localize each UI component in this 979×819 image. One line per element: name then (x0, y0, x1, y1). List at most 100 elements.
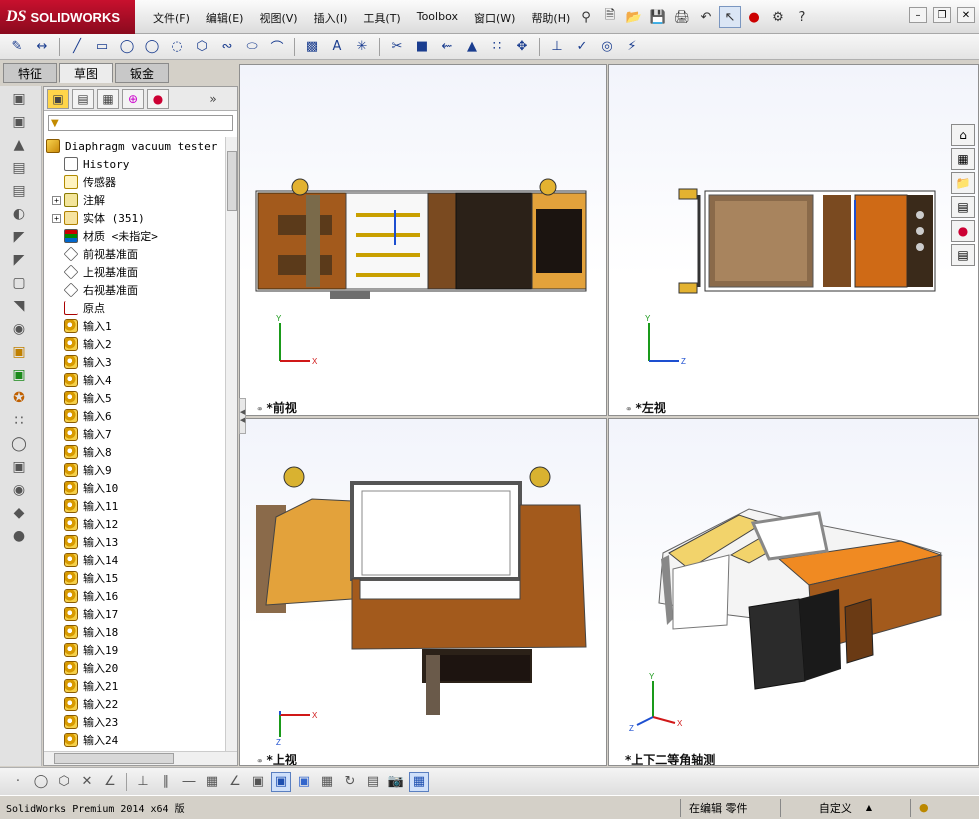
viewport-front[interactable]: Y X ⚭ *前视 (239, 64, 607, 416)
rectangle-icon[interactable]: ▭ (91, 37, 113, 57)
tree-item[interactable]: 输入2 (44, 335, 226, 353)
tab-sheet-metal[interactable]: 钣金 (115, 63, 169, 83)
revolved-boss-icon[interactable]: ▣ (6, 112, 32, 132)
offset-icon[interactable]: ⇜ (436, 37, 458, 57)
slot-icon[interactable]: ◯ (116, 37, 138, 57)
select-pointer-icon[interactable]: ↖ (719, 6, 741, 28)
tab-sketch[interactable]: 草图 (59, 63, 113, 83)
file-explorer-icon[interactable]: 📁 (951, 172, 975, 194)
revolved-cut-icon[interactable]: ▤ (6, 181, 32, 201)
tree-item[interactable]: 输入20 (44, 659, 226, 677)
repair-sketch-icon[interactable]: ✓ (571, 37, 593, 57)
view-palette-icon[interactable]: ▤ (951, 196, 975, 218)
tree-item[interactable]: 原点 (44, 299, 226, 317)
tab-features[interactable]: 特征 (3, 63, 57, 83)
configuration-manager-tab-icon[interactable]: ▦ (97, 88, 119, 109)
restore-icon[interactable]: ❐ (933, 7, 951, 23)
curves-icon[interactable]: ▣ (6, 365, 32, 385)
tree-item[interactable]: 传感器 (44, 173, 226, 191)
extruded-cut-icon[interactable]: ▤ (6, 158, 32, 178)
fillet-feature-icon[interactable]: ◐ (6, 204, 32, 224)
tree-item[interactable]: 输入6 (44, 407, 226, 425)
status-help-icon[interactable]: ● (910, 798, 937, 817)
tree-item[interactable]: History (44, 155, 226, 173)
options-icon[interactable]: ⚙ (767, 6, 789, 28)
instant3d-icon[interactable]: ✪ (6, 388, 32, 408)
spline-icon[interactable]: ∾ (216, 37, 238, 57)
filter-field[interactable]: ▼ (48, 115, 233, 131)
custom-properties-icon[interactable]: ▤ (951, 244, 975, 266)
tree-item[interactable]: 输入15 (44, 569, 226, 587)
hole-wizard-icon[interactable]: ◉ (6, 319, 32, 339)
open-folder-icon[interactable]: 📂 (623, 6, 645, 28)
tree-item[interactable]: 输入9 (44, 461, 226, 479)
viewport-top[interactable]: X Z ⚭ *上视 (239, 418, 607, 766)
tree-item[interactable]: 输入12 (44, 515, 226, 533)
display-manager-tab-icon[interactable]: ● (147, 88, 169, 109)
dome-icon[interactable]: ◆ (6, 503, 32, 523)
tree-root[interactable]: Diaphragm vacuum tester (44, 137, 226, 155)
smart-dimension-icon[interactable]: ↔ (31, 37, 53, 57)
linear-pattern-feature-icon[interactable]: ∷ (6, 411, 32, 431)
viewport-isometric[interactable]: Y X Z *上下二等角轴测 (608, 418, 979, 766)
viewport-left[interactable]: Y Z ⚭ *左视 (608, 64, 979, 416)
menu-view[interactable]: 视图(V) (251, 8, 305, 28)
arc-icon[interactable]: ◌ (166, 37, 188, 57)
tree-vertical-scrollbar[interactable] (225, 137, 237, 751)
menu-edit[interactable]: 编辑(E) (198, 8, 252, 28)
move-entities-icon[interactable]: ✥ (511, 37, 533, 57)
tree-item[interactable]: 材质 <未指定> (44, 227, 226, 245)
mirror-feature-icon[interactable]: ▣ (6, 457, 32, 477)
tree-item[interactable]: 输入11 (44, 497, 226, 515)
tree-item[interactable]: 输入24 (44, 731, 226, 749)
polygon-icon[interactable]: ⬡ (54, 772, 74, 792)
angle-icon[interactable]: ∠ (225, 772, 245, 792)
menu-insert[interactable]: 插入(I) (306, 8, 356, 28)
appearances-icon[interactable]: ● (951, 220, 975, 242)
relations-icon[interactable]: ⊥ (546, 37, 568, 57)
plane-icon[interactable]: ▩ (301, 37, 323, 57)
tree-item[interactable]: 输入5 (44, 389, 226, 407)
parallel-icon[interactable]: ∥ (156, 772, 176, 792)
table-icon[interactable]: ▦ (409, 771, 429, 792)
feature-tree-tab-icon[interactable]: ▣ (47, 88, 69, 109)
menu-help[interactable]: 帮助(H) (523, 8, 578, 28)
help-icon[interactable]: ? (791, 6, 813, 28)
ellipse-icon[interactable]: ⬭ (241, 37, 263, 57)
polygon-icon[interactable]: ⬡ (191, 37, 213, 57)
text-icon[interactable]: A (326, 37, 348, 57)
circular-pattern-icon[interactable]: ◯ (6, 434, 32, 454)
shaded-icon[interactable]: ▣ (271, 771, 291, 792)
undo-icon[interactable]: ↶ (695, 6, 717, 28)
save-icon[interactable]: 💾 (647, 6, 669, 28)
new-document-icon[interactable]: 🗎 (599, 6, 621, 28)
circle-icon[interactable]: ◯ (31, 772, 51, 792)
design-library-icon[interactable]: ▦ (951, 148, 975, 170)
trim-icon[interactable]: ✂ (386, 37, 408, 57)
shaded-edges-icon[interactable]: ▣ (294, 772, 314, 792)
tree-item[interactable]: 输入16 (44, 587, 226, 605)
rib-icon[interactable]: ◤ (6, 250, 32, 270)
scroll-thumb[interactable] (54, 753, 174, 764)
section-icon[interactable]: ▤ (363, 772, 383, 792)
tree-horizontal-scrollbar[interactable] (44, 751, 237, 765)
tree-item[interactable]: 输入10 (44, 479, 226, 497)
circle-icon[interactable]: ◯ (141, 37, 163, 57)
tree-item[interactable]: 输入21 (44, 677, 226, 695)
wrap-icon[interactable]: ● (6, 526, 32, 546)
tangent-icon[interactable]: ∠ (100, 772, 120, 792)
grid-icon[interactable]: ▦ (202, 772, 222, 792)
tree-item[interactable]: 输入23 (44, 713, 226, 731)
line-icon[interactable]: ╱ (66, 37, 88, 57)
tree-item[interactable]: 前视基准面 (44, 245, 226, 263)
reference-geometry-icon[interactable]: ▣ (6, 342, 32, 362)
menu-window[interactable]: 窗口(W) (466, 8, 523, 28)
intersection-icon[interactable]: ✕ (77, 772, 97, 792)
extruded-boss-icon[interactable]: ▣ (6, 89, 32, 109)
convert-entities-icon[interactable]: ■ (411, 37, 433, 57)
tree-item[interactable]: 输入17 (44, 605, 226, 623)
close-icon[interactable]: ✕ (957, 7, 975, 23)
tree-item[interactable]: + 注解 (44, 191, 226, 209)
sketch-icon[interactable]: ✎ (6, 37, 28, 57)
tree-item[interactable]: 输入4 (44, 371, 226, 389)
